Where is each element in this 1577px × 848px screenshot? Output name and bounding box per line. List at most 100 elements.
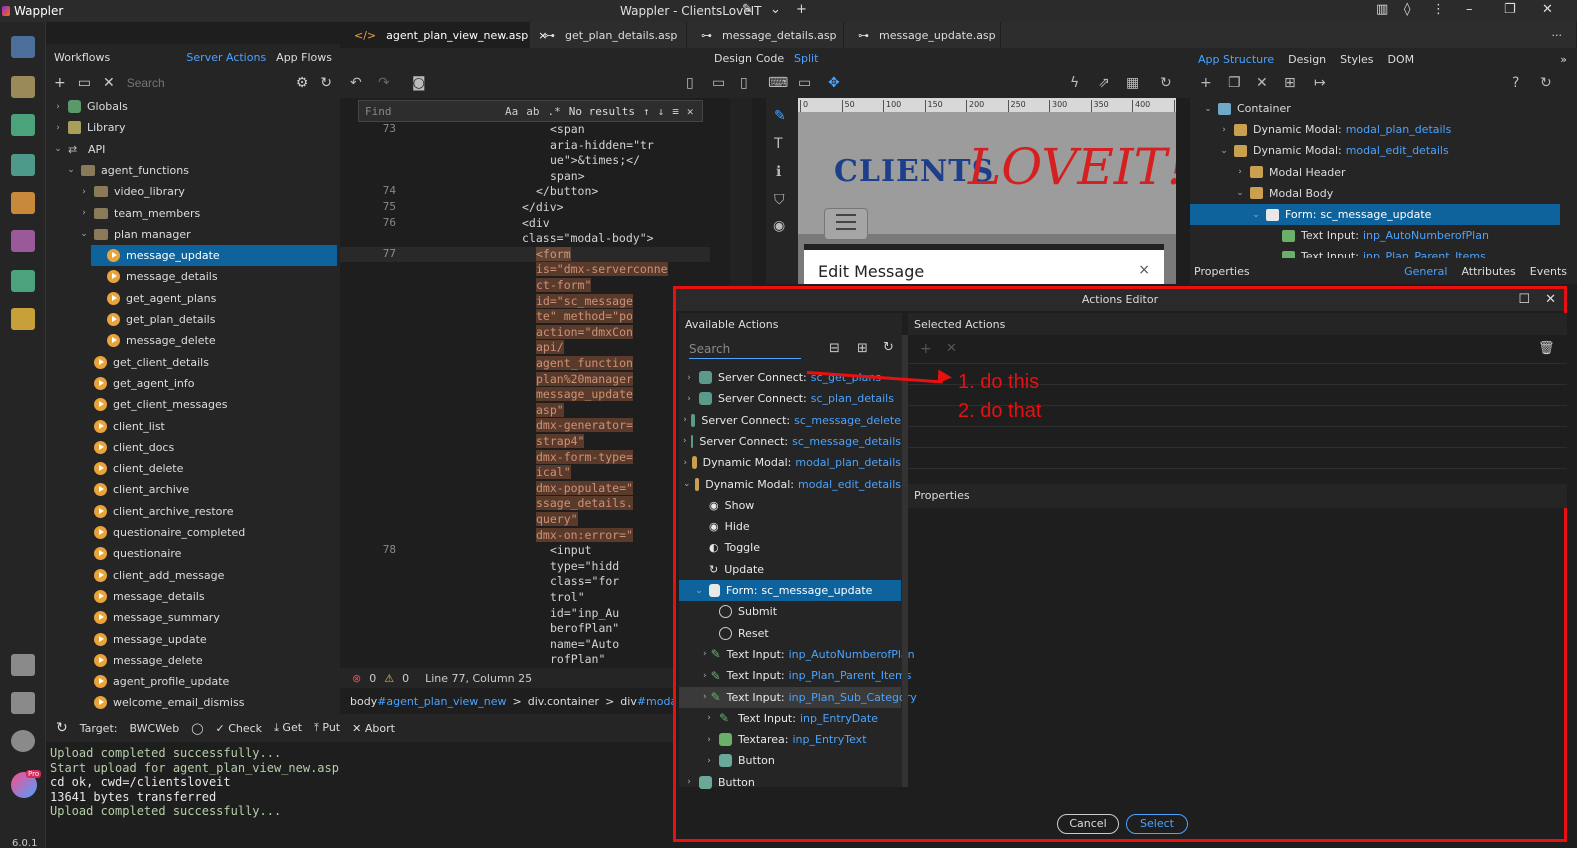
- eye-icon[interactable]: ◉: [773, 218, 785, 234]
- view-code[interactable]: Code: [756, 52, 784, 65]
- chevron-icon[interactable]: ›: [703, 713, 715, 723]
- help-icon[interactable]: ?: [1512, 75, 1519, 91]
- structure-item[interactable]: Text Input: inp_AutoNumberofPlan: [1266, 225, 1489, 246]
- tab-app-flows[interactable]: App Flows: [276, 51, 332, 64]
- chevron-icon[interactable]: ⌄: [52, 144, 64, 154]
- chevron-icon[interactable]: ›: [1234, 167, 1246, 177]
- structure-item[interactable]: › Dynamic Modal: modal_plan_details: [1218, 119, 1451, 140]
- tree-item[interactable]: ⌄ ⇄ API: [52, 139, 105, 160]
- tab-server-actions[interactable]: Server Actions: [186, 51, 266, 64]
- cancel-button[interactable]: Cancel: [1057, 814, 1119, 834]
- add-icon[interactable]: +: [54, 75, 66, 91]
- folder-add-icon[interactable]: ▭: [78, 75, 91, 91]
- action-item[interactable]: Submit: [679, 601, 901, 622]
- action-item[interactable]: ◉ Show: [679, 495, 901, 516]
- info-icon[interactable]: ℹ: [776, 164, 781, 180]
- action-item[interactable]: › Dynamic Modal: modal_plan_details: [679, 452, 901, 473]
- reload-icon[interactable]: ↻: [1160, 75, 1172, 91]
- minimize-icon[interactable]: –: [1466, 2, 1473, 17]
- structure-item[interactable]: › Modal Header: [1234, 162, 1345, 183]
- refresh-icon[interactable]: ↻: [56, 720, 68, 736]
- refresh-icon[interactable]: ↻: [883, 340, 894, 355]
- pages-icon[interactable]: [11, 36, 35, 58]
- chevron-icon[interactable]: ›: [703, 756, 715, 766]
- signpost-icon[interactable]: [11, 192, 35, 214]
- collapse-all-icon[interactable]: ⊟: [829, 341, 840, 356]
- text-format-icon[interactable]: T: [774, 136, 783, 152]
- chevron-icon[interactable]: ›: [683, 458, 688, 468]
- paint-bucket-icon[interactable]: ⛉: [774, 192, 785, 208]
- abort-button[interactable]: ✕ Abort: [352, 722, 395, 735]
- chevron-icon[interactable]: ›: [52, 123, 64, 133]
- get-button[interactable]: ⤓ Get: [274, 721, 302, 735]
- next-match-icon[interactable]: ↓: [658, 105, 665, 118]
- panel-layout-icon[interactable]: ▥: [1376, 2, 1388, 17]
- tree-item[interactable]: message_delete: [78, 650, 203, 671]
- view-split[interactable]: Split: [794, 52, 818, 65]
- chevron-icon[interactable]: ›: [703, 692, 707, 702]
- action-item[interactable]: › ✎ Text Input: inp_Plan_Sub_Category: [679, 686, 917, 708]
- chevron-icon[interactable]: ⌄: [1250, 210, 1262, 220]
- tree-item[interactable]: get_plan_details: [91, 309, 215, 330]
- expand-all-icon[interactable]: ⊞: [857, 341, 868, 356]
- tablet-landscape-icon[interactable]: ▭: [712, 75, 725, 91]
- database-icon[interactable]: [11, 154, 35, 176]
- structure-item[interactable]: ⌄ Modal Body: [1234, 183, 1333, 204]
- chevron-icon[interactable]: ⌄: [1234, 188, 1246, 198]
- tab-general[interactable]: General: [1404, 265, 1447, 278]
- remove-action-icon[interactable]: ✕: [946, 341, 957, 356]
- tree-item[interactable]: get_agent_info: [78, 373, 194, 394]
- puzzle-icon[interactable]: [11, 692, 35, 714]
- action-item[interactable]: › Button: [679, 750, 901, 771]
- close-window-icon[interactable]: ✕: [1542, 2, 1553, 17]
- collapse-panel-icon[interactable]: »: [1560, 53, 1567, 66]
- action-item[interactable]: › Server Connect: sc_plan_details: [679, 388, 901, 409]
- action-item[interactable]: ↻ Update: [679, 559, 901, 580]
- chevron-icon[interactable]: ⌄: [78, 229, 90, 239]
- resources-icon[interactable]: [11, 230, 35, 252]
- chevron-icon[interactable]: ›: [683, 777, 695, 787]
- delete-icon[interactable]: ✕: [103, 75, 115, 91]
- clipboard-icon[interactable]: [11, 308, 35, 330]
- maximize-icon[interactable]: ☐: [1518, 289, 1530, 311]
- tree-item[interactable]: message_summary: [78, 607, 220, 628]
- tree-item[interactable]: client_archive: [78, 479, 189, 500]
- tree-item[interactable]: message_details: [78, 586, 205, 607]
- action-item[interactable]: ◐ Toggle: [679, 537, 901, 558]
- chevron-icon[interactable]: ›: [52, 102, 64, 112]
- chevron-icon[interactable]: ›: [78, 187, 90, 197]
- gear-icon[interactable]: ⚙: [296, 75, 309, 91]
- chevron-icon[interactable]: ›: [683, 415, 687, 425]
- share-icon[interactable]: ⇗: [1098, 75, 1110, 91]
- chevron-icon[interactable]: ›: [683, 436, 687, 446]
- structure-item[interactable]: ⌄ Container: [1202, 98, 1291, 119]
- chevron-icon[interactable]: ›: [703, 671, 707, 681]
- action-item[interactable]: › Textarea: inp_EntryText: [679, 729, 901, 750]
- chevron-icon[interactable]: ›: [703, 735, 715, 745]
- restore-icon[interactable]: ❐: [1504, 2, 1516, 17]
- tree-item[interactable]: › Library: [52, 117, 125, 138]
- tree-item[interactable]: client_list: [78, 416, 165, 437]
- chevron-icon[interactable]: ›: [78, 208, 90, 218]
- find-input[interactable]: Find: [365, 105, 497, 118]
- action-item[interactable]: ⌄ Form: sc_message_update: [679, 580, 901, 601]
- editor-tab[interactable]: ⊶ message_details.asp: [687, 22, 844, 48]
- tab-design[interactable]: Design: [1288, 53, 1326, 66]
- git-icon[interactable]: [11, 76, 35, 98]
- chevron-icon[interactable]: ›: [1218, 125, 1230, 135]
- action-item[interactable]: › ✎ Text Input: inp_EntryDate: [679, 708, 901, 729]
- tree-item[interactable]: › video_library: [78, 181, 185, 202]
- regex-toggle[interactable]: .*: [548, 105, 561, 118]
- editor-tab[interactable]: ⊶ message_update.asp: [844, 22, 1001, 48]
- tree-item[interactable]: message_delete: [91, 330, 216, 351]
- structure-item[interactable]: ⌄ Dynamic Modal: modal_edit_details: [1218, 140, 1449, 161]
- chevron-icon[interactable]: ⌄: [693, 586, 705, 596]
- extensions-icon[interactable]: [11, 654, 35, 676]
- tab-app-structure[interactable]: App Structure: [1198, 53, 1274, 66]
- tablet-icon[interactable]: ▯: [740, 75, 748, 91]
- tree-item[interactable]: ⌄ agent_functions: [65, 160, 189, 181]
- tree-item[interactable]: client_archive_restore: [78, 501, 233, 522]
- lightning-icon[interactable]: ϟ: [1070, 75, 1079, 91]
- close-dialog-icon[interactable]: ✕: [1545, 289, 1556, 311]
- action-item[interactable]: › Server Connect: sc_message_details: [679, 431, 901, 452]
